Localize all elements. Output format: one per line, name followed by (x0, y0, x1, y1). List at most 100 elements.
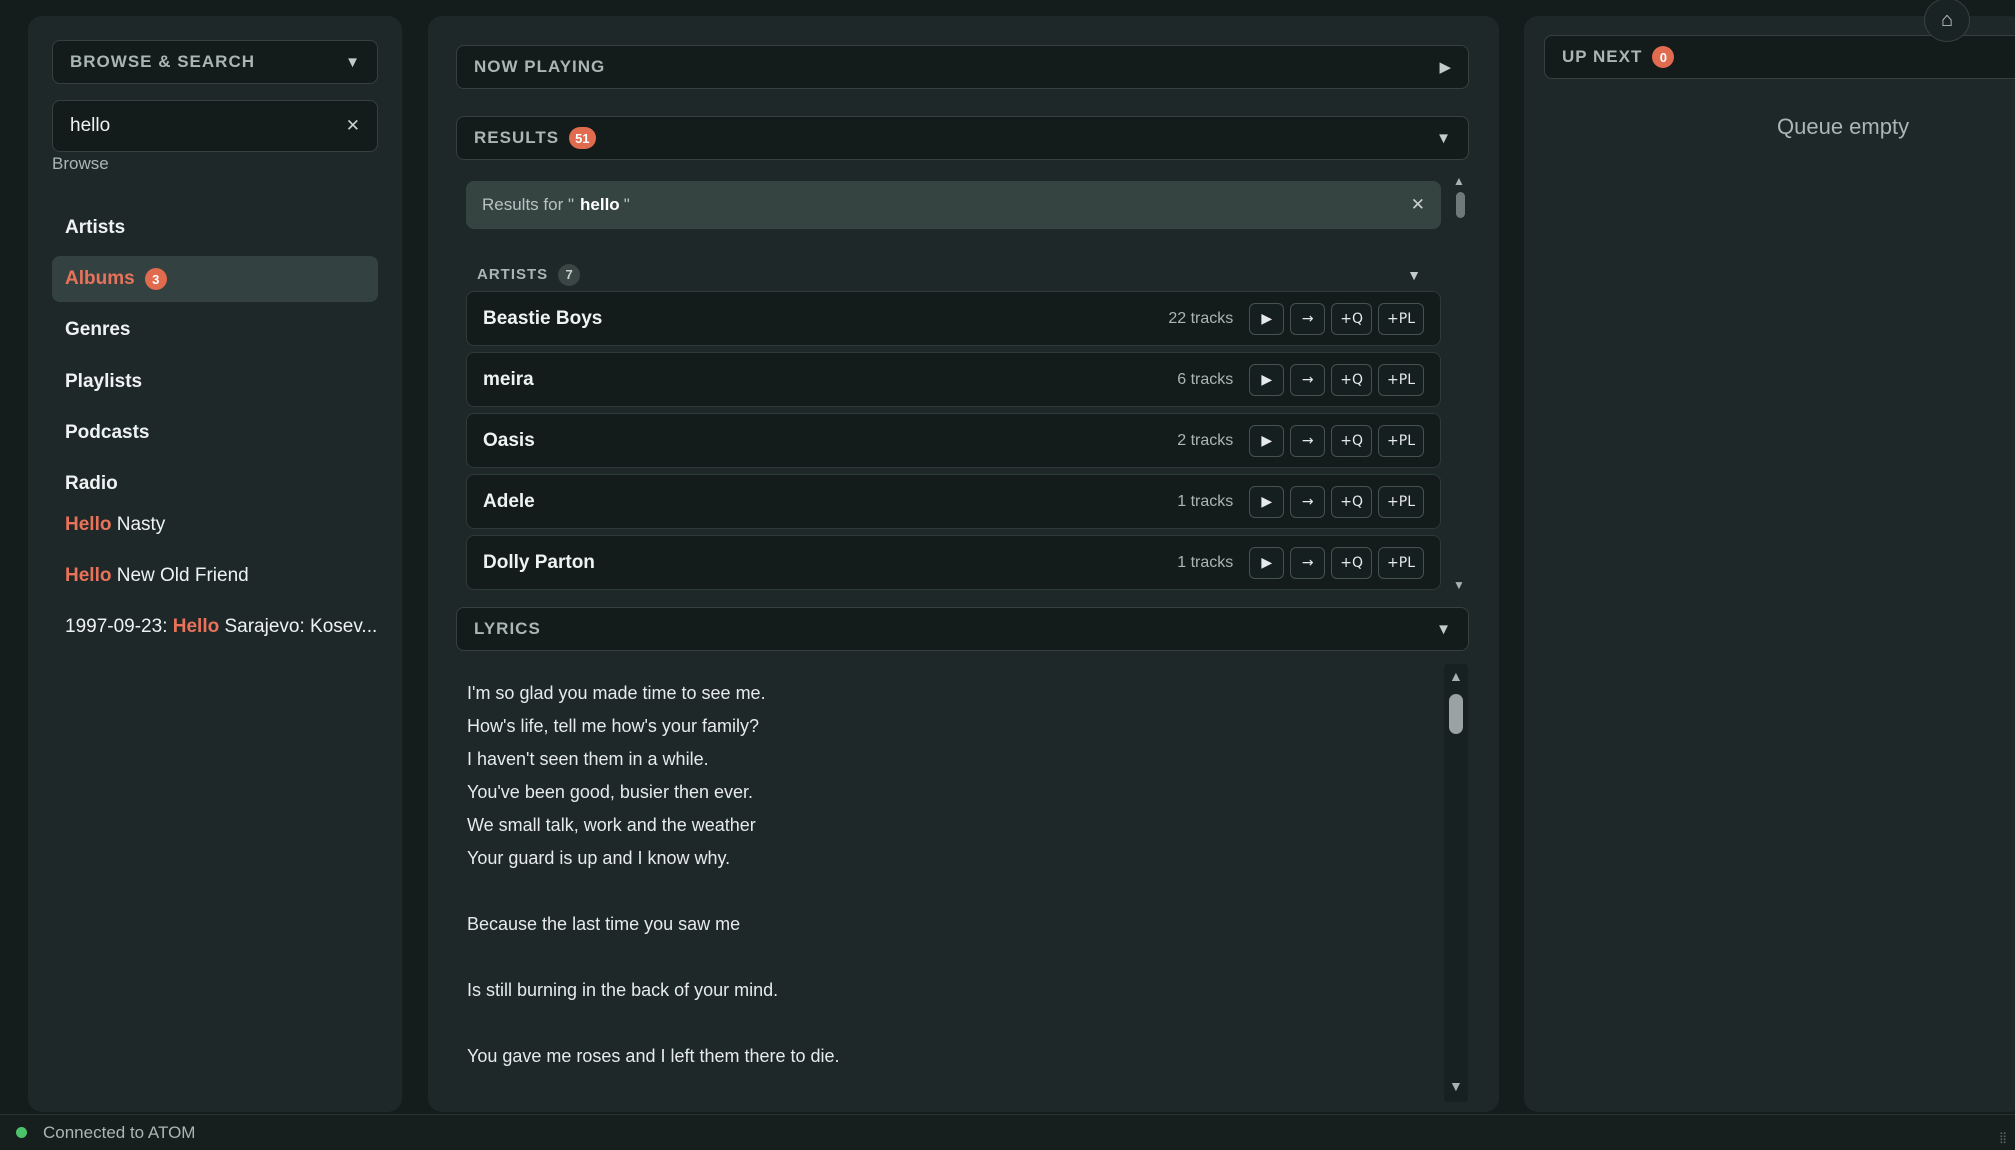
lyrics-line: We small talk, work and the weather (467, 815, 756, 835)
suggestion-link[interactable]: 1997-09-23: Hello Sarajevo: Kosev... (65, 616, 377, 638)
now-playing-title: NOW PLAYING (474, 57, 606, 76)
lyrics-scroll-up-icon[interactable]: ▲ (1449, 668, 1463, 684)
nav-item-label: Albums (65, 268, 135, 289)
artist-name: Adele (483, 490, 535, 512)
track-count: 1 tracks (1177, 492, 1234, 510)
lyrics-header[interactable]: LYRICS ▼ (456, 607, 1469, 651)
nav-item-label: Radio (65, 473, 118, 494)
nav-item-label: Podcasts (65, 422, 150, 443)
results-scrollbar-thumb[interactable] (1456, 192, 1465, 218)
play-next-button[interactable]: → (1290, 546, 1326, 579)
lyrics-line: I haven't seen them in a while. (467, 749, 709, 769)
lyrics-line: How's life, tell me how's your family? (467, 716, 759, 736)
lyrics-title: LYRICS (474, 619, 541, 638)
browse-label: Browse (52, 154, 109, 173)
clear-search-icon[interactable]: ✕ (346, 116, 360, 136)
browse-search-title: BROWSE & SEARCH (70, 52, 256, 71)
results-query-banner: Results for " hello " ✕ (466, 181, 1441, 229)
play-next-button[interactable]: → (1290, 485, 1326, 518)
track-count: 2 tracks (1177, 431, 1234, 449)
home-button[interactable]: ⌂ (1924, 0, 1970, 42)
artist-name: Dolly Parton (483, 551, 595, 573)
play-button[interactable]: ▶ (1249, 485, 1285, 518)
main-panel: NOW PLAYING ▶ RESULTS 51 ▼ Results for "… (428, 16, 1499, 1112)
artist-row[interactable]: Oasis 2 tracks ▶ → +Q +PL (466, 413, 1441, 468)
add-to-queue-button[interactable]: +Q (1331, 302, 1373, 335)
search-highlight: Hello (65, 565, 112, 586)
lyrics-scrollbar[interactable]: ▲ ▼ (1444, 664, 1468, 1102)
search-input[interactable] (70, 115, 346, 137)
nav-item-label: Genres (65, 319, 131, 340)
resize-grip-icon[interactable]: ⣿ (1999, 1131, 2007, 1144)
add-to-queue-button[interactable]: +Q (1331, 485, 1373, 518)
search-highlight: Hello (172, 616, 220, 637)
play-next-button[interactable]: → (1290, 302, 1326, 335)
nav-item-albums[interactable]: Albums 3 (52, 256, 378, 302)
add-to-queue-button[interactable]: +Q (1331, 546, 1373, 579)
chevron-down-icon: ▼ (345, 53, 360, 71)
add-to-playlist-button[interactable]: +PL (1378, 546, 1424, 579)
artist-name: Oasis (483, 429, 535, 451)
lyrics-line: Because the last time you saw me (467, 914, 741, 934)
browse-search-header[interactable]: BROWSE & SEARCH ▼ (52, 40, 378, 84)
artists-count-badge: 7 (558, 263, 581, 286)
lyrics-line (467, 875, 1407, 908)
play-button[interactable]: ▶ (1249, 302, 1285, 335)
now-playing-header[interactable]: NOW PLAYING ▶ (456, 45, 1469, 89)
play-next-button[interactable]: → (1290, 424, 1326, 457)
results-count-badge: 51 (569, 127, 596, 149)
add-to-queue-button[interactable]: +Q (1331, 363, 1373, 396)
play-button[interactable]: ▶ (1249, 424, 1285, 457)
browse-panel: BROWSE & SEARCH ▼ ✕ Browse Artists Album… (28, 16, 402, 1112)
lyrics-line: You've been good, busier then ever. (467, 782, 753, 802)
queue-count-badge: 0 (1652, 46, 1675, 68)
nav-item-label: Artists (65, 217, 126, 238)
albums-count-badge: 3 (144, 268, 167, 290)
lyrics-line (467, 1007, 1407, 1040)
nav-item-radio[interactable]: Radio (52, 461, 378, 507)
home-icon: ⌂ (1940, 8, 1954, 31)
up-next-title: UP NEXT (1562, 47, 1643, 66)
results-title: RESULTS (474, 128, 560, 147)
artist-row[interactable]: Dolly Parton 1 tracks ▶ → +Q +PL (466, 535, 1441, 590)
lyrics-scroll-down-icon[interactable]: ▼ (1449, 1078, 1463, 1094)
results-header[interactable]: RESULTS 51 ▼ (456, 116, 1469, 160)
chevron-down-icon: ▼ (1436, 129, 1451, 147)
lyrics-line: Your guard is up and I know why. (467, 848, 731, 868)
lyrics-line: I'm so glad you made time to see me. (467, 683, 766, 703)
artists-title: ARTISTS (477, 266, 549, 283)
nav-item-genres[interactable]: Genres (52, 307, 378, 353)
track-count: 1 tracks (1177, 553, 1234, 571)
status-bar: Connected to ATOM ⣿ (0, 1114, 2015, 1150)
queue-panel: UP NEXT 0 Queue empty (1524, 16, 2015, 1112)
artist-row[interactable]: Adele 1 tracks ▶ → +Q +PL (466, 474, 1441, 529)
add-to-queue-button[interactable]: +Q (1331, 424, 1373, 457)
track-count: 22 tracks (1168, 309, 1234, 327)
artist-row[interactable]: meira 6 tracks ▶ → +Q +PL (466, 352, 1441, 407)
search-highlight: Hello (65, 514, 112, 535)
artist-row[interactable]: Beastie Boys 22 tracks ▶ → +Q +PL (466, 291, 1441, 346)
results-scroll-down-icon[interactable]: ▼ (1453, 578, 1465, 592)
chevron-down-icon: ▼ (1436, 620, 1451, 638)
chevron-right-icon: ▶ (1439, 59, 1451, 76)
play-next-button[interactable]: → (1290, 363, 1326, 396)
suggestion-link[interactable]: Hello New Old Friend (65, 565, 249, 587)
chevron-down-icon: ▼ (1407, 266, 1422, 283)
add-to-playlist-button[interactable]: +PL (1378, 424, 1424, 457)
add-to-playlist-button[interactable]: +PL (1378, 302, 1424, 335)
suggestion-link[interactable]: Hello Nasty (65, 514, 165, 536)
nav-item-artists[interactable]: Artists (52, 205, 378, 251)
clear-results-icon[interactable]: ✕ (1411, 195, 1425, 215)
artist-name: meira (483, 368, 534, 390)
add-to-playlist-button[interactable]: +PL (1378, 363, 1424, 396)
play-button[interactable]: ▶ (1249, 363, 1285, 396)
play-button[interactable]: ▶ (1249, 546, 1285, 579)
search-field[interactable]: ✕ (52, 100, 378, 152)
track-count: 6 tracks (1177, 370, 1234, 388)
lyrics-text: I'm so glad you made time to see me. How… (467, 677, 1407, 1073)
add-to-playlist-button[interactable]: +PL (1378, 485, 1424, 518)
nav-item-playlists[interactable]: Playlists (52, 359, 378, 405)
lyrics-scrollbar-thumb[interactable] (1449, 694, 1463, 734)
results-scroll-up-icon[interactable]: ▲ (1453, 174, 1465, 188)
nav-item-podcasts[interactable]: Podcasts (52, 410, 378, 456)
